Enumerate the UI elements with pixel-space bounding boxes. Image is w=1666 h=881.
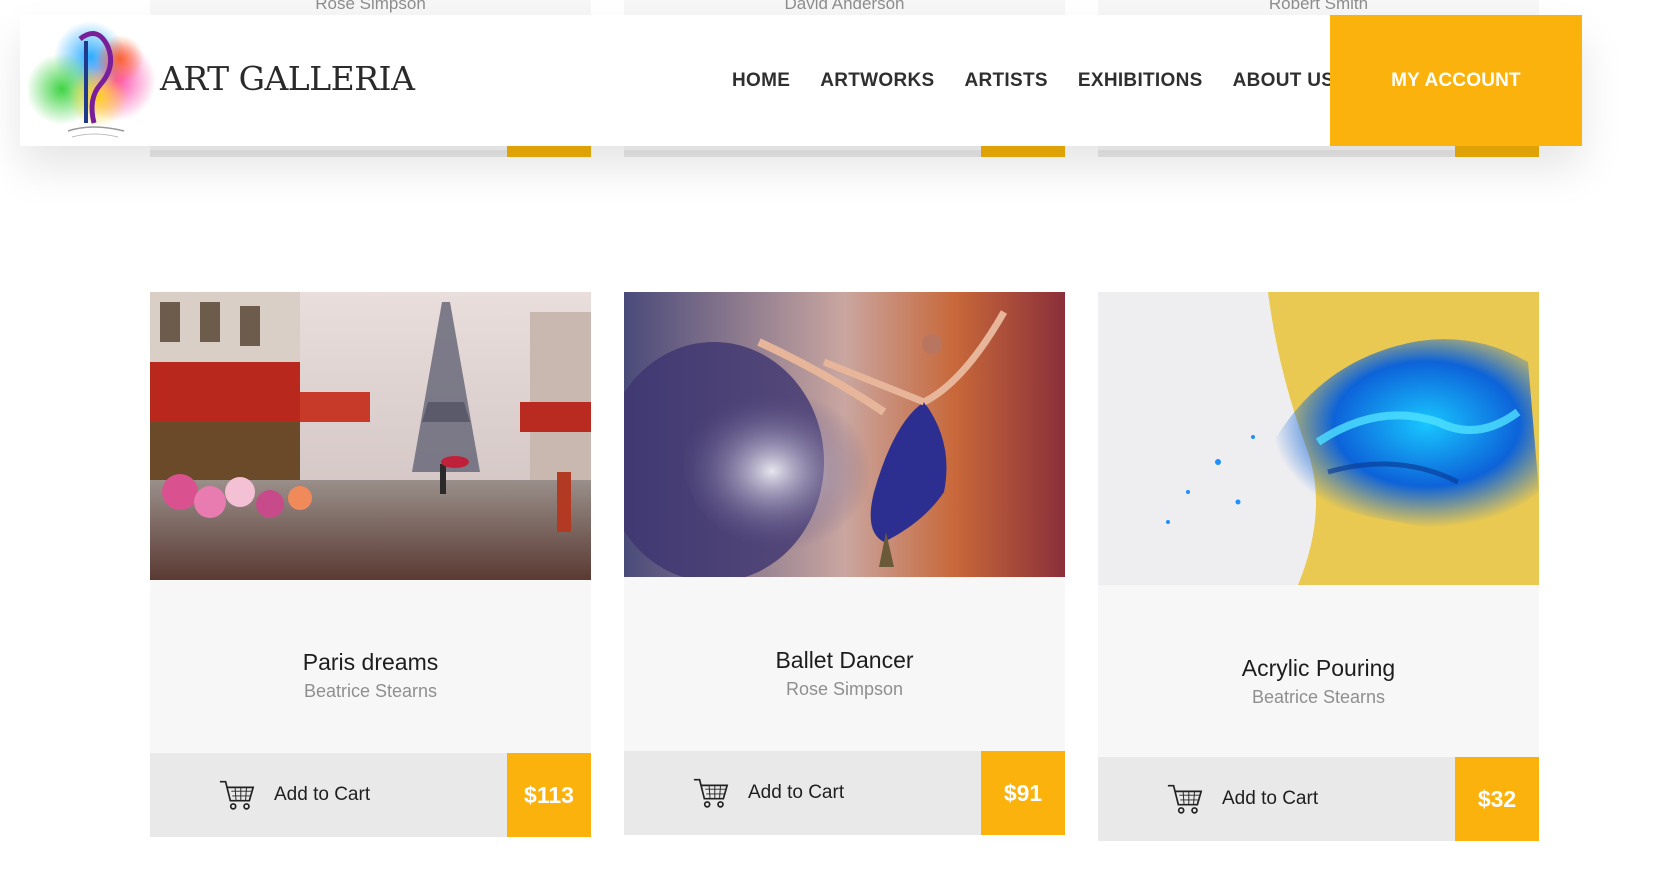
cart-icon bbox=[1167, 784, 1203, 814]
cart-bar: Add to Cart $113 bbox=[150, 753, 591, 837]
add-to-cart-label: Add to Cart bbox=[274, 784, 371, 805]
product-title[interactable]: Paris dreams bbox=[150, 649, 591, 676]
cart-bar: Add to Cart $32 bbox=[1098, 757, 1539, 841]
product-artist[interactable]: Rose Simpson bbox=[624, 679, 1065, 700]
add-to-cart-button[interactable]: Add to Cart bbox=[1166, 757, 1318, 841]
artwork-image-paris-dreams[interactable] bbox=[150, 292, 591, 580]
add-to-cart-label: Add to Cart bbox=[748, 782, 845, 803]
page: Rose Simpson David Anderson Robert Smith bbox=[0, 0, 1666, 881]
nav-item-about-us[interactable]: ABOUT US bbox=[1233, 70, 1335, 92]
price-tag[interactable]: $91 bbox=[981, 751, 1065, 835]
artwork-image-ballet-dancer[interactable] bbox=[624, 292, 1065, 577]
nav-item-artists[interactable]: ARTISTS bbox=[964, 70, 1047, 92]
cart-bar: Add to Cart $91 bbox=[624, 751, 1065, 835]
main-nav: HOME ARTWORKS ARTISTS EXHIBITIONS ABOUT … bbox=[732, 70, 1334, 92]
brand-name[interactable]: ART GALLERIA bbox=[160, 59, 415, 98]
add-to-cart-button[interactable]: Add to Cart bbox=[218, 753, 370, 837]
add-to-cart-button[interactable]: Add to Cart bbox=[692, 751, 844, 835]
acrylic-painting-illustration bbox=[1098, 292, 1539, 585]
nav-item-home[interactable]: HOME bbox=[732, 70, 790, 92]
site-header: ART GALLERIA HOME ARTWORKS ARTISTS EXHIB… bbox=[20, 15, 1582, 146]
nav-item-artworks[interactable]: ARTWORKS bbox=[820, 70, 934, 92]
previous-card-cart-bar bbox=[1098, 150, 1455, 157]
paris-painting-illustration bbox=[150, 292, 591, 580]
product-artist[interactable]: Beatrice Stearns bbox=[1098, 687, 1539, 708]
logo-mark[interactable] bbox=[28, 19, 156, 143]
artwork-image-acrylic-pouring[interactable] bbox=[1098, 292, 1539, 585]
product-title[interactable]: Acrylic Pouring bbox=[1098, 655, 1539, 682]
cart-icon bbox=[219, 780, 255, 810]
product-card: Ballet Dancer Rose Simpson Add to Cart $… bbox=[624, 292, 1065, 835]
previous-card-artist: Rose Simpson bbox=[315, 0, 426, 13]
product-artist[interactable]: Beatrice Stearns bbox=[150, 681, 591, 702]
cart-icon bbox=[693, 778, 729, 808]
nav-item-exhibitions[interactable]: EXHIBITIONS bbox=[1078, 70, 1203, 92]
product-card: Acrylic Pouring Beatrice Stearns Add to … bbox=[1098, 292, 1539, 841]
product-card: Paris dreams Beatrice Stearns Add to Car… bbox=[150, 292, 591, 837]
previous-card-artist: David Anderson bbox=[784, 0, 905, 13]
previous-card-cart-bar bbox=[624, 150, 981, 157]
price-tag[interactable]: $32 bbox=[1455, 757, 1539, 841]
previous-card-artist: Robert Smith bbox=[1268, 0, 1369, 13]
add-to-cart-label: Add to Cart bbox=[1222, 788, 1319, 809]
previous-card-cart-bar bbox=[150, 150, 507, 157]
price-tag[interactable]: $113 bbox=[507, 753, 591, 837]
ballet-painting-illustration bbox=[624, 292, 1065, 577]
product-title[interactable]: Ballet Dancer bbox=[624, 647, 1065, 674]
my-account-button[interactable]: MY ACCOUNT bbox=[1330, 15, 1582, 146]
